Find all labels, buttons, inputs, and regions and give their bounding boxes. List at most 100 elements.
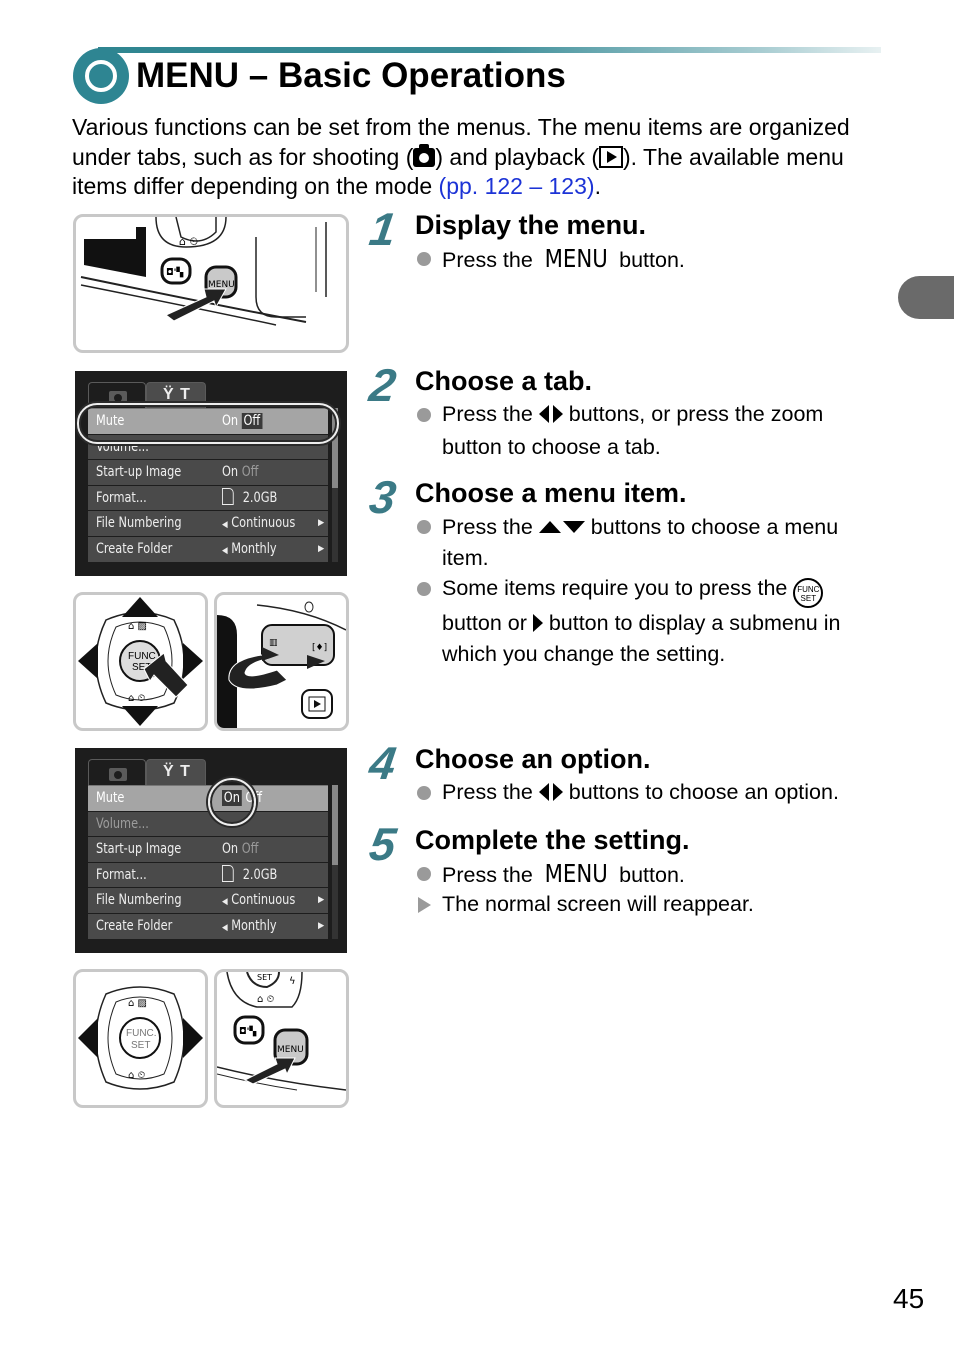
option-off[interactable]: Off	[242, 464, 259, 480]
menu-row-label: Format...	[96, 489, 147, 506]
step-instruction: Some items require you to press the FUNC…	[415, 573, 875, 670]
bullet-dot-icon	[417, 786, 431, 800]
svg-text:◘'▚: ◘'▚	[166, 266, 184, 278]
tab-shooting[interactable]	[88, 759, 146, 785]
menu-row-label: File Numbering	[96, 892, 182, 909]
up-down-buttons-icon	[538, 511, 585, 542]
step-title: Choose a menu item.	[415, 478, 687, 508]
menu-row-create-folder[interactable]: Create Folder ◀ Monthly ▶	[88, 536, 328, 564]
instruction-text: button.	[613, 248, 685, 272]
menu-row-format[interactable]: Format... 2.0GB	[88, 862, 328, 889]
instruction-text: Press the	[442, 248, 539, 272]
menu-scrollbar[interactable]	[332, 785, 338, 939]
option-on[interactable]: On	[222, 841, 238, 857]
camera-icon	[109, 768, 127, 781]
illustration-press-menu: ⌂ ⏲ ◘'▚ MENU	[73, 214, 349, 353]
menu-row-label: Volume...	[96, 815, 149, 832]
step-instruction: Press the buttons, or press the zoom but…	[415, 399, 875, 463]
memory-card-icon	[222, 864, 234, 882]
page-reference-link[interactable]: (pp. 122 – 123)	[439, 173, 595, 199]
step-title: Complete the setting.	[415, 825, 690, 855]
step-title: Display the menu.	[415, 210, 647, 240]
menu-row-volume: Volume...	[88, 811, 328, 838]
option-value: Continuous	[231, 892, 296, 909]
control-dial-drawing: FUNC. SET ⌂ ▨ ⌂ ⏲	[78, 597, 203, 726]
instruction-text: Press the	[442, 515, 539, 539]
page-title: MENU – Basic Operations	[136, 56, 566, 95]
menu-row-format[interactable]: Format... 2.0GB	[88, 485, 328, 512]
right-arrow-icon[interactable]: ▶	[318, 914, 324, 939]
step-instruction: Press the MENU button.	[415, 243, 875, 276]
intro-paragraph: Various functions can be set from the me…	[72, 113, 882, 202]
illustration-control-dial-up-down: FUNC. SET ⌂ ▨ ⌂ ⏲	[73, 592, 208, 731]
left-arrow-icon[interactable]: ◀	[222, 520, 228, 530]
instruction-text: button.	[613, 863, 685, 887]
left-arrow-icon	[78, 1018, 98, 1058]
svg-text:⌂ ⏲: ⌂ ⏲	[128, 1070, 146, 1081]
svg-text:◘'▚: ◘'▚	[239, 1025, 257, 1037]
menu-row-label: Format...	[96, 866, 147, 883]
instruction-text: button or	[442, 611, 533, 635]
svg-text:MENU: MENU	[277, 1045, 304, 1055]
menu-row-file-numbering[interactable]: File Numbering ◀ Continuous ▶	[88, 888, 328, 914]
zoom-lever-drawing: ▥ [♦]	[217, 601, 346, 728]
control-dial-drawing: FUNC. SET ⌂ ▨ ⌂ ⏲	[78, 986, 203, 1090]
menu-row-label: Start-up Image	[96, 464, 182, 481]
menu-row-label: Create Folder	[96, 917, 173, 934]
menu-row-value: On Off	[222, 837, 258, 862]
bullet-dot-icon	[417, 252, 431, 266]
menu-row-value: ◀ Continuous	[222, 511, 295, 538]
svg-text:⌂ ⏲: ⌂ ⏲	[257, 994, 275, 1005]
menu-tabs: Ÿ T	[88, 759, 328, 785]
illustration-zoom-lever: ▥ [♦]	[214, 592, 349, 731]
left-arrow-icon[interactable]: ◀	[222, 923, 228, 933]
instruction-text: Press the	[442, 402, 539, 426]
down-arrow-icon	[122, 706, 158, 726]
camera-menu-screen-1: Ÿ T Mute On Off Volume... Start-up Image O…	[75, 371, 347, 576]
svg-text:SET: SET	[257, 973, 272, 982]
right-arrow-icon[interactable]: ▶	[318, 511, 324, 536]
svg-text:SET: SET	[131, 1040, 150, 1051]
memory-card-icon	[222, 487, 234, 505]
menu-row-startup-image[interactable]: Start-up Image On Off	[88, 460, 328, 486]
result-arrow-icon	[418, 897, 431, 913]
menu-row-startup-image[interactable]: Start-up Image On Off	[88, 837, 328, 863]
step-number: 4	[366, 737, 400, 789]
menu-row-label: Mute	[96, 790, 125, 806]
step-number: 2	[366, 359, 400, 411]
bullet-dot-icon	[417, 582, 431, 596]
camera-back-drawing: ⌂ ⏲ ◘'▚ MENU	[80, 217, 327, 326]
tab-setup[interactable]: Ÿ T	[146, 759, 206, 785]
step-instruction: Press the MENU button.	[415, 858, 875, 891]
right-arrow-icon[interactable]: ▶	[318, 888, 324, 913]
step-number: 1	[366, 203, 400, 255]
svg-text:▥: ▥	[269, 638, 278, 648]
right-arrow-icon	[183, 1018, 203, 1058]
menu-row-value: ◀ Monthly	[222, 537, 277, 564]
svg-text:⌂ ▨: ⌂ ▨	[128, 998, 147, 1009]
svg-text:ϟ: ϟ	[289, 976, 296, 987]
camera-icon	[413, 143, 436, 167]
func-label: FUNC	[797, 585, 820, 594]
playback-icon	[599, 145, 624, 168]
illustration-control-dial-left-right: FUNC. SET ⌂ ▨ ⌂ ⏲	[73, 969, 208, 1108]
menu-row-create-folder[interactable]: Create Folder ◀ Monthly ▶	[88, 913, 328, 940]
page-number: 45	[893, 1283, 925, 1314]
step-title: Choose a tab.	[415, 366, 593, 396]
menu-row-value: On Off	[222, 460, 258, 485]
highlight-circle	[208, 778, 256, 826]
left-arrow-icon[interactable]: ◀	[222, 897, 228, 907]
step-instruction: Press the buttons to choose an option.	[415, 777, 885, 810]
menu-row-file-numbering[interactable]: File Numbering ◀ Continuous ▶	[88, 511, 328, 537]
step-result: The normal screen will reappear.	[415, 889, 875, 920]
option-off[interactable]: Off	[242, 841, 259, 857]
menu-row-label: File Numbering	[96, 515, 182, 532]
card-capacity: 2.0GB	[242, 866, 278, 883]
left-arrow-icon[interactable]: ◀	[222, 546, 228, 556]
instruction-text: Press the	[442, 780, 539, 804]
right-arrow-icon[interactable]: ▶	[318, 537, 324, 562]
option-on[interactable]: On	[222, 464, 238, 480]
svg-text:[♦]: [♦]	[312, 643, 327, 653]
camera-menu-screen-2: Ÿ T Mute On Off Volume... Start-up Image O…	[75, 748, 347, 953]
intro-text: .	[594, 173, 601, 199]
